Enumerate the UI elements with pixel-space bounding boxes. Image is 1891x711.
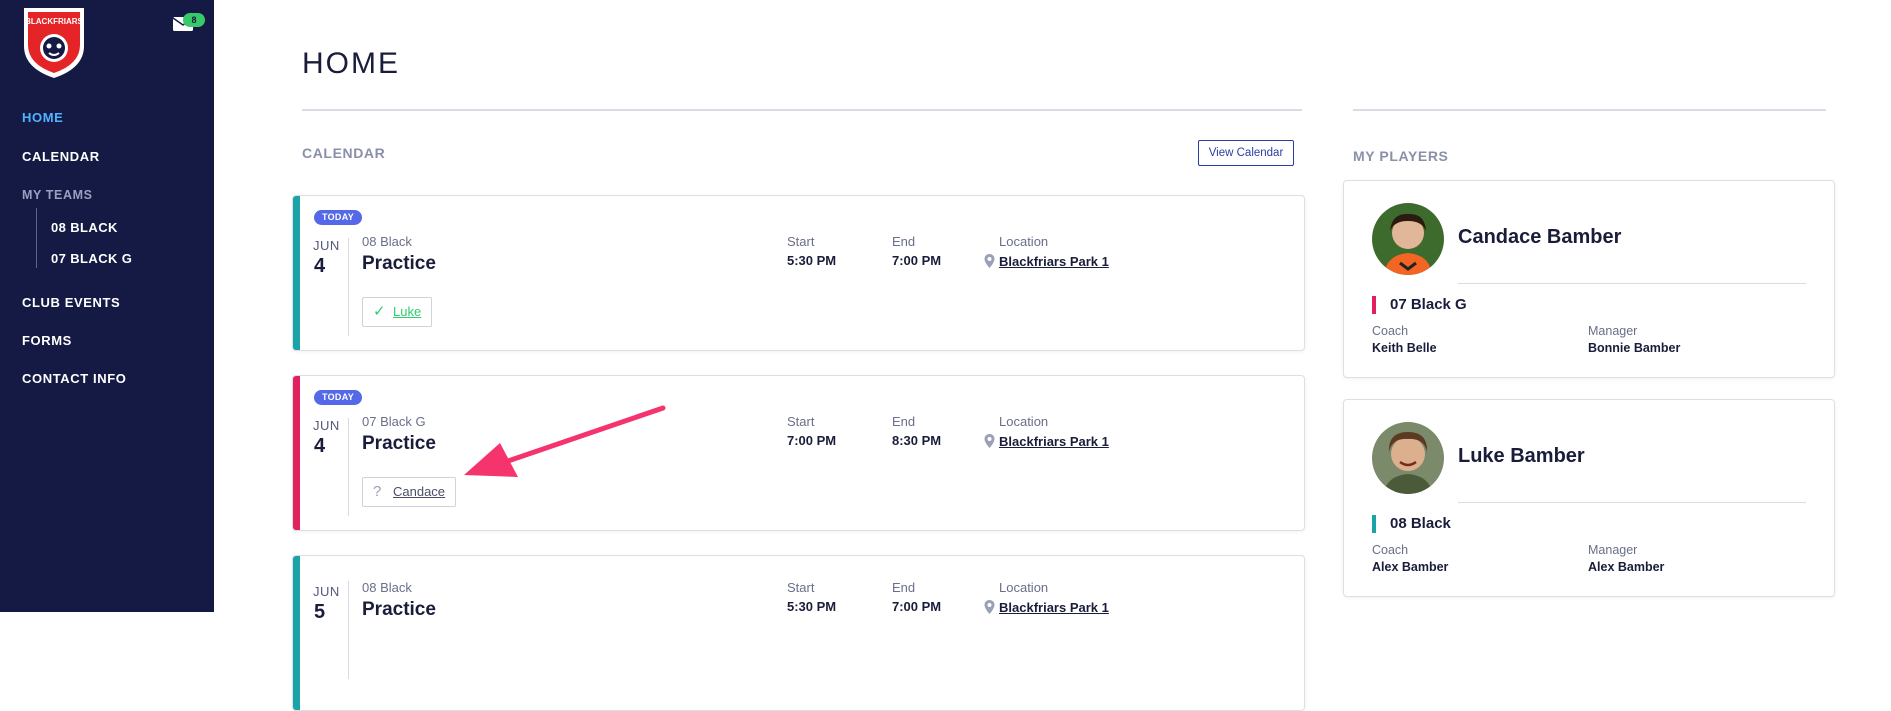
- mail-count-badge: 8: [183, 13, 205, 27]
- event-card[interactable]: TODAY JUN 4 07 Black G Practice Start 7:…: [292, 375, 1305, 531]
- event-team: 08 Black: [362, 234, 412, 249]
- svg-text:BLACKFRIARS: BLACKFRIARS: [25, 17, 83, 26]
- event-divider: [348, 418, 349, 516]
- event-month: JUN: [313, 418, 340, 433]
- event-location-label: Location: [999, 414, 1049, 429]
- calendar-section-label: CALENDAR: [302, 145, 386, 161]
- event-team-stripe: [293, 196, 300, 350]
- event-location-label: Location: [999, 234, 1049, 249]
- coach-label: Coach: [1372, 324, 1409, 338]
- manager-name: Bonnie Bamber: [1588, 341, 1681, 355]
- players-section-label: MY PLAYERS: [1353, 148, 1449, 164]
- view-calendar-button[interactable]: View Calendar: [1198, 140, 1294, 166]
- event-start-label: Start: [787, 234, 815, 249]
- event-start-label: Start: [787, 580, 815, 595]
- event-end-time: 7:00 PM: [892, 253, 942, 268]
- nav-team-07-black-g[interactable]: 07 BLACK G: [51, 251, 132, 266]
- event-title: Practice: [362, 253, 436, 274]
- event-month: JUN: [313, 238, 340, 253]
- manager-label: Manager: [1588, 324, 1638, 338]
- event-team-stripe: [293, 556, 300, 710]
- check-icon: ✓: [373, 303, 386, 320]
- player-name[interactable]: Candace Bamber: [1458, 226, 1621, 249]
- title-divider: [302, 109, 1302, 111]
- nav-calendar[interactable]: CALENDAR: [22, 149, 100, 164]
- location-pin-icon: [984, 254, 995, 268]
- nav-team-08-black[interactable]: 08 BLACK: [51, 220, 118, 235]
- event-day: 5: [314, 601, 326, 623]
- coach-name: Keith Belle: [1372, 341, 1437, 355]
- rsvp-button[interactable]: ✓ Luke: [362, 297, 433, 327]
- event-start-label: Start: [787, 414, 815, 429]
- rsvp-player-name[interactable]: Candace: [393, 484, 445, 499]
- club-logo[interactable]: BLACKFRIARS: [20, 2, 88, 80]
- event-card[interactable]: JUN 5 08 Black Practice Start 5:30 PM En…: [292, 555, 1305, 711]
- event-end-time: 8:30 PM: [892, 433, 942, 448]
- question-icon: ?: [373, 483, 382, 500]
- event-end-label: End: [892, 234, 916, 249]
- event-divider: [348, 581, 349, 679]
- event-card[interactable]: TODAY JUN 4 08 Black Practice Start 5:30…: [292, 195, 1305, 351]
- coach-label: Coach: [1372, 543, 1409, 557]
- nav-my-teams[interactable]: MY TEAMS: [22, 188, 93, 202]
- event-title: Practice: [362, 433, 436, 454]
- event-day: 4: [314, 255, 326, 277]
- event-start-time: 5:30 PM: [787, 253, 837, 268]
- nav-contact-info[interactable]: CONTACT INFO: [22, 371, 126, 386]
- rsvp-player-name[interactable]: Luke: [393, 304, 421, 319]
- nav-club-events[interactable]: CLUB EVENTS: [22, 295, 120, 310]
- event-team-stripe: [293, 376, 300, 530]
- event-title: Practice: [362, 599, 436, 620]
- coach-name: Alex Bamber: [1372, 560, 1449, 574]
- event-location-link[interactable]: Blackfriars Park 1: [999, 434, 1109, 449]
- annotation-arrow-icon: [464, 405, 666, 477]
- today-badge: TODAY: [314, 390, 363, 405]
- player-avatar: [1372, 422, 1444, 494]
- event-end-label: End: [892, 414, 916, 429]
- player-divider: [1458, 283, 1806, 284]
- event-start-time: 7:00 PM: [787, 433, 837, 448]
- player-name[interactable]: Luke Bamber: [1458, 445, 1585, 468]
- nav-home[interactable]: HOME: [22, 110, 63, 125]
- player-card[interactable]: Candace Bamber 07 Black G Coach Keith Be…: [1343, 180, 1835, 378]
- event-location-link[interactable]: Blackfriars Park 1: [999, 600, 1109, 615]
- team-color-bar: [1372, 515, 1376, 533]
- manager-label: Manager: [1588, 543, 1638, 557]
- player-avatar: [1372, 203, 1444, 275]
- player-card[interactable]: Luke Bamber 08 Black Coach Alex Bamber M…: [1343, 399, 1835, 597]
- rsvp-button[interactable]: ? Candace: [362, 477, 457, 507]
- event-location-label: Location: [999, 580, 1049, 595]
- players-divider: [1353, 109, 1826, 111]
- player-divider: [1458, 502, 1806, 503]
- page-title: HOME: [302, 47, 400, 80]
- event-day: 4: [314, 435, 326, 457]
- event-team: 07 Black G: [362, 414, 426, 429]
- event-divider: [348, 238, 349, 336]
- team-tree-line: [36, 208, 37, 268]
- today-badge: TODAY: [314, 210, 363, 225]
- player-team-name[interactable]: 08 Black: [1390, 515, 1451, 532]
- event-location-link[interactable]: Blackfriars Park 1: [999, 254, 1109, 269]
- sidebar: BLACKFRIARS 8 HOME CALENDAR MY TEAMS 08 …: [0, 0, 214, 612]
- location-pin-icon: [984, 434, 995, 448]
- event-team: 08 Black: [362, 580, 412, 595]
- nav-forms[interactable]: FORMS: [22, 333, 72, 348]
- event-end-label: End: [892, 580, 916, 595]
- team-color-bar: [1372, 296, 1376, 314]
- event-month: JUN: [313, 584, 340, 599]
- player-team-name[interactable]: 07 Black G: [1390, 296, 1467, 313]
- manager-name: Alex Bamber: [1588, 560, 1665, 574]
